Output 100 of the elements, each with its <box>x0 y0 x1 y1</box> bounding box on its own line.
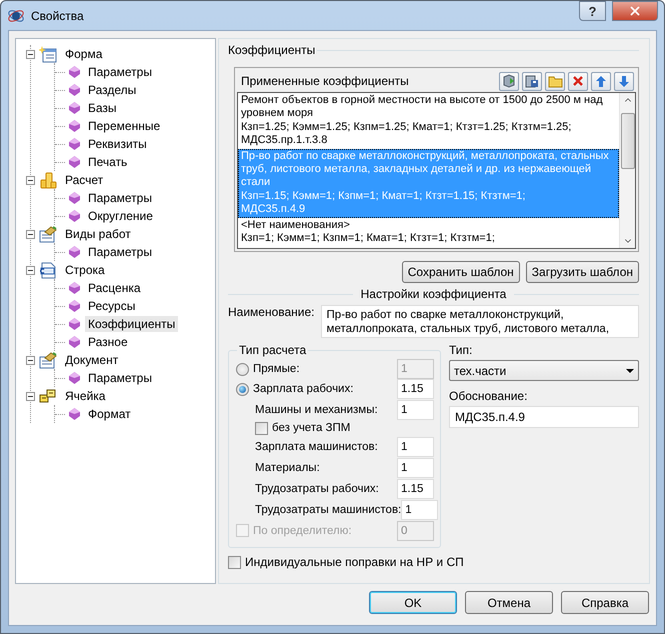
value-field[interactable]: 1 <box>397 400 434 420</box>
move-up-button[interactable] <box>591 72 611 90</box>
template-button[interactable]: Загрузить шаблон <box>526 261 639 283</box>
field-label: Трудозатраты рабочих: <box>255 482 380 494</box>
tree-node[interactable]: Форма <box>62 46 106 62</box>
tree-item[interactable]: Разделы <box>85 82 140 98</box>
dialog-button[interactable]: Отмена <box>465 591 553 614</box>
list-header: Примененные коэффициенты <box>241 74 409 88</box>
tree-node[interactable]: Ячейка <box>62 388 108 404</box>
section-title: Настройки коэффициента <box>360 287 506 301</box>
diamond-icon <box>69 300 80 312</box>
name-field[interactable]: Пр-во работ по сварке металлоконструкций, металлопроката, стальных труб, листового металла, <box>320 305 639 338</box>
tree-item[interactable]: Печать <box>85 154 130 170</box>
tree-node[interactable]: Строка <box>62 262 108 278</box>
help-button[interactable]: ? <box>579 1 606 21</box>
tree-item[interactable]: Реквизиты <box>85 136 150 152</box>
arrow-down-icon <box>619 76 629 86</box>
tree-item[interactable]: Параметры <box>85 190 155 206</box>
tree-item[interactable]: Базы <box>85 100 120 116</box>
collapse-toggle[interactable] <box>26 50 35 58</box>
diamond-icon <box>69 246 80 258</box>
dialog-button[interactable]: Справка <box>561 591 649 614</box>
type-dropdown[interactable]: тех.части <box>449 360 639 381</box>
basis-field[interactable]: МДС35.п.4.9 <box>449 406 639 428</box>
tree-item[interactable]: Ресурсы <box>85 298 138 314</box>
tree-node[interactable]: Расчет <box>62 172 106 188</box>
field-label: Обоснование: <box>449 389 528 403</box>
scrollbar[interactable] <box>619 93 635 248</box>
diamond-icon <box>69 336 80 348</box>
radio-label: Зарплата рабочих: <box>253 383 354 395</box>
save-icon <box>525 74 539 88</box>
section-title: Коэффициенты <box>228 43 316 57</box>
diamond-icon <box>69 192 80 204</box>
open-button[interactable] <box>545 72 565 90</box>
close-button[interactable] <box>612 1 658 21</box>
form-icon <box>39 46 57 62</box>
diamond-icon <box>69 66 80 78</box>
dialog-button[interactable]: OK <box>369 591 457 614</box>
collapse-toggle[interactable] <box>26 266 35 274</box>
tree-item[interactable]: Коэффициенты <box>85 316 178 332</box>
diamond-icon <box>69 372 80 384</box>
close-icon <box>628 4 642 18</box>
folder-icon <box>548 74 562 88</box>
field-label: Тип: <box>449 343 474 357</box>
field-label: Трудозатраты машинистов: <box>255 504 402 516</box>
delete-icon <box>572 75 584 87</box>
value-field[interactable]: 1 <box>401 500 438 520</box>
tree-node[interactable]: Документ <box>62 352 122 368</box>
sheet-icon <box>39 226 57 242</box>
value-field[interactable]: 1.15 <box>397 478 434 498</box>
sheet-icon <box>39 352 57 368</box>
coins-icon <box>39 172 57 188</box>
import-icon <box>502 74 516 88</box>
import-button[interactable] <box>499 72 519 90</box>
tree-item[interactable]: Формат <box>85 406 134 422</box>
value-field[interactable]: 1 <box>397 458 434 478</box>
checkbox[interactable] <box>228 556 241 568</box>
field-label: Наименование: <box>228 305 315 321</box>
diamond-icon <box>69 138 80 150</box>
collapse-toggle[interactable] <box>26 392 35 400</box>
tree-item[interactable]: Разное <box>85 334 131 350</box>
dropdown-arrow-icon <box>626 368 634 372</box>
tree-item[interactable]: Округление <box>85 208 156 224</box>
value-field[interactable]: 1.15 <box>397 379 434 399</box>
window-title: Свойства <box>31 8 85 22</box>
diamond-icon <box>69 318 80 330</box>
tree-item[interactable]: Переменные <box>85 118 164 134</box>
collapse-toggle[interactable] <box>26 176 35 184</box>
diamond-icon <box>69 408 80 420</box>
save-button[interactable] <box>522 72 542 90</box>
checkbox-label: без учета ЗПМ <box>272 422 352 434</box>
cells-icon <box>39 388 57 404</box>
diamond-icon <box>69 84 80 96</box>
delete-button[interactable] <box>568 72 588 90</box>
diamond-icon <box>69 156 80 168</box>
collapse-toggle[interactable] <box>26 356 35 364</box>
checkbox-label: Индивидуальные поправки на НР и СП <box>245 555 464 569</box>
group-title: Тип расчета <box>237 343 308 357</box>
tree-node[interactable]: Виды работ <box>62 226 134 242</box>
checkbox-label: По определителю: <box>253 524 353 536</box>
field-label: Машины и механизмы: <box>255 404 379 416</box>
diamond-icon <box>69 102 80 114</box>
tree-item[interactable]: Параметры <box>85 64 155 80</box>
tree-item[interactable]: Параметры <box>85 370 155 386</box>
document-icon <box>39 262 57 278</box>
tree-item[interactable]: Расценка <box>85 280 144 296</box>
radio-button[interactable] <box>236 382 249 396</box>
diamond-icon <box>69 282 80 294</box>
tree-item[interactable]: Параметры <box>85 244 155 260</box>
value-field[interactable]: 1 <box>397 436 434 456</box>
diamond-icon <box>69 120 80 132</box>
radio-label: Прямые: <box>253 363 301 375</box>
checkbox[interactable] <box>255 422 268 434</box>
field-label: Зарплата машинистов: <box>255 440 379 452</box>
arrow-up-icon <box>596 76 606 86</box>
diamond-icon <box>69 210 80 222</box>
field-label: Материалы: <box>255 462 321 474</box>
template-button[interactable]: Сохранить шаблон <box>402 261 520 283</box>
collapse-toggle[interactable] <box>26 230 35 238</box>
move-down-button[interactable] <box>614 72 634 90</box>
